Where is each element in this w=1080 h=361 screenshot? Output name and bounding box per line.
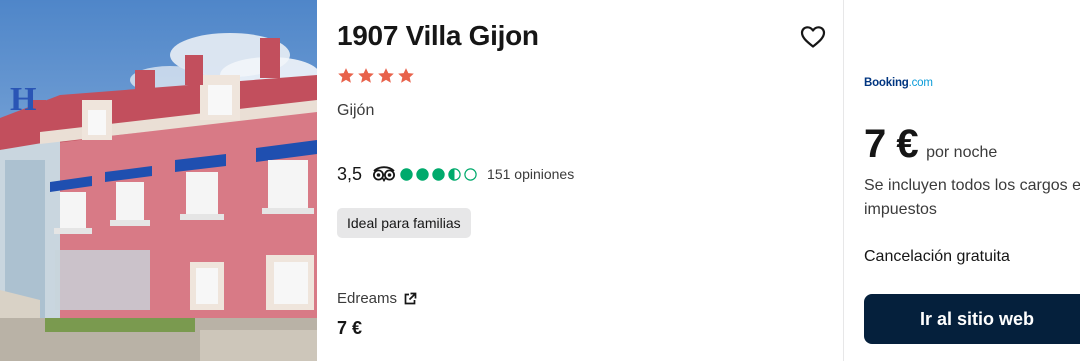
best-deal: Booking.com 7 € por noche Se incluyen to… bbox=[844, 0, 1080, 361]
provider-name: Edreams bbox=[337, 290, 398, 307]
hotel-info: 1907 Villa Gijon Gijón 3,5 151 opiniones… bbox=[317, 0, 843, 361]
per-night-label: por noche bbox=[926, 144, 998, 161]
deal-price-row: 7 € por noche bbox=[864, 122, 997, 167]
booking-logo: Booking.com bbox=[864, 77, 933, 89]
rating-score: 3,5 bbox=[337, 163, 363, 184]
favorite-button[interactable] bbox=[798, 22, 828, 52]
bubble-half-icon bbox=[448, 167, 461, 181]
star-icon bbox=[338, 68, 354, 83]
hotel-photo-image: H bbox=[0, 0, 317, 361]
bubble-full-icon bbox=[416, 167, 429, 181]
rating-bubbles bbox=[400, 167, 477, 181]
bubble-full-icon bbox=[400, 167, 413, 181]
star-rating bbox=[337, 67, 415, 85]
hotel-name[interactable]: 1907 Villa Gijon bbox=[337, 20, 539, 52]
hotel-location: Gijón bbox=[337, 102, 375, 119]
free-cancellation: Cancelación gratuita bbox=[864, 248, 1010, 265]
provider-price[interactable]: 7 € bbox=[337, 318, 362, 339]
external-link-icon bbox=[404, 292, 417, 304]
bubble-full-icon bbox=[432, 167, 445, 181]
heart-outline-icon bbox=[800, 26, 826, 48]
star-icon bbox=[358, 68, 374, 83]
svg-text:H: H bbox=[10, 81, 36, 118]
star-icon bbox=[378, 68, 394, 83]
tripadvisor-owl-icon bbox=[372, 166, 396, 182]
deal-price: 7 € bbox=[864, 122, 919, 166]
provider-link[interactable]: Edreams bbox=[337, 290, 417, 307]
family-tag: Ideal para familias bbox=[337, 208, 471, 238]
go-to-site-button[interactable]: Ir al sitio web bbox=[864, 294, 1080, 344]
review-count[interactable]: 151 opiniones bbox=[487, 166, 574, 182]
partner-name: Booking bbox=[864, 77, 909, 89]
taxes-note: Se incluyen todos los cargos e impuestos bbox=[864, 177, 1080, 218]
bubble-empty-icon bbox=[464, 167, 477, 181]
hotel-result-card: H 1907 Villa Gijon Gijón 3,5 151 opinion… bbox=[0, 0, 1080, 361]
star-icon bbox=[398, 68, 414, 83]
partner-suffix: .com bbox=[908, 77, 933, 89]
tripadvisor-rating[interactable]: 3,5 151 opiniones bbox=[337, 163, 574, 185]
hotel-photo[interactable]: H bbox=[0, 0, 317, 361]
